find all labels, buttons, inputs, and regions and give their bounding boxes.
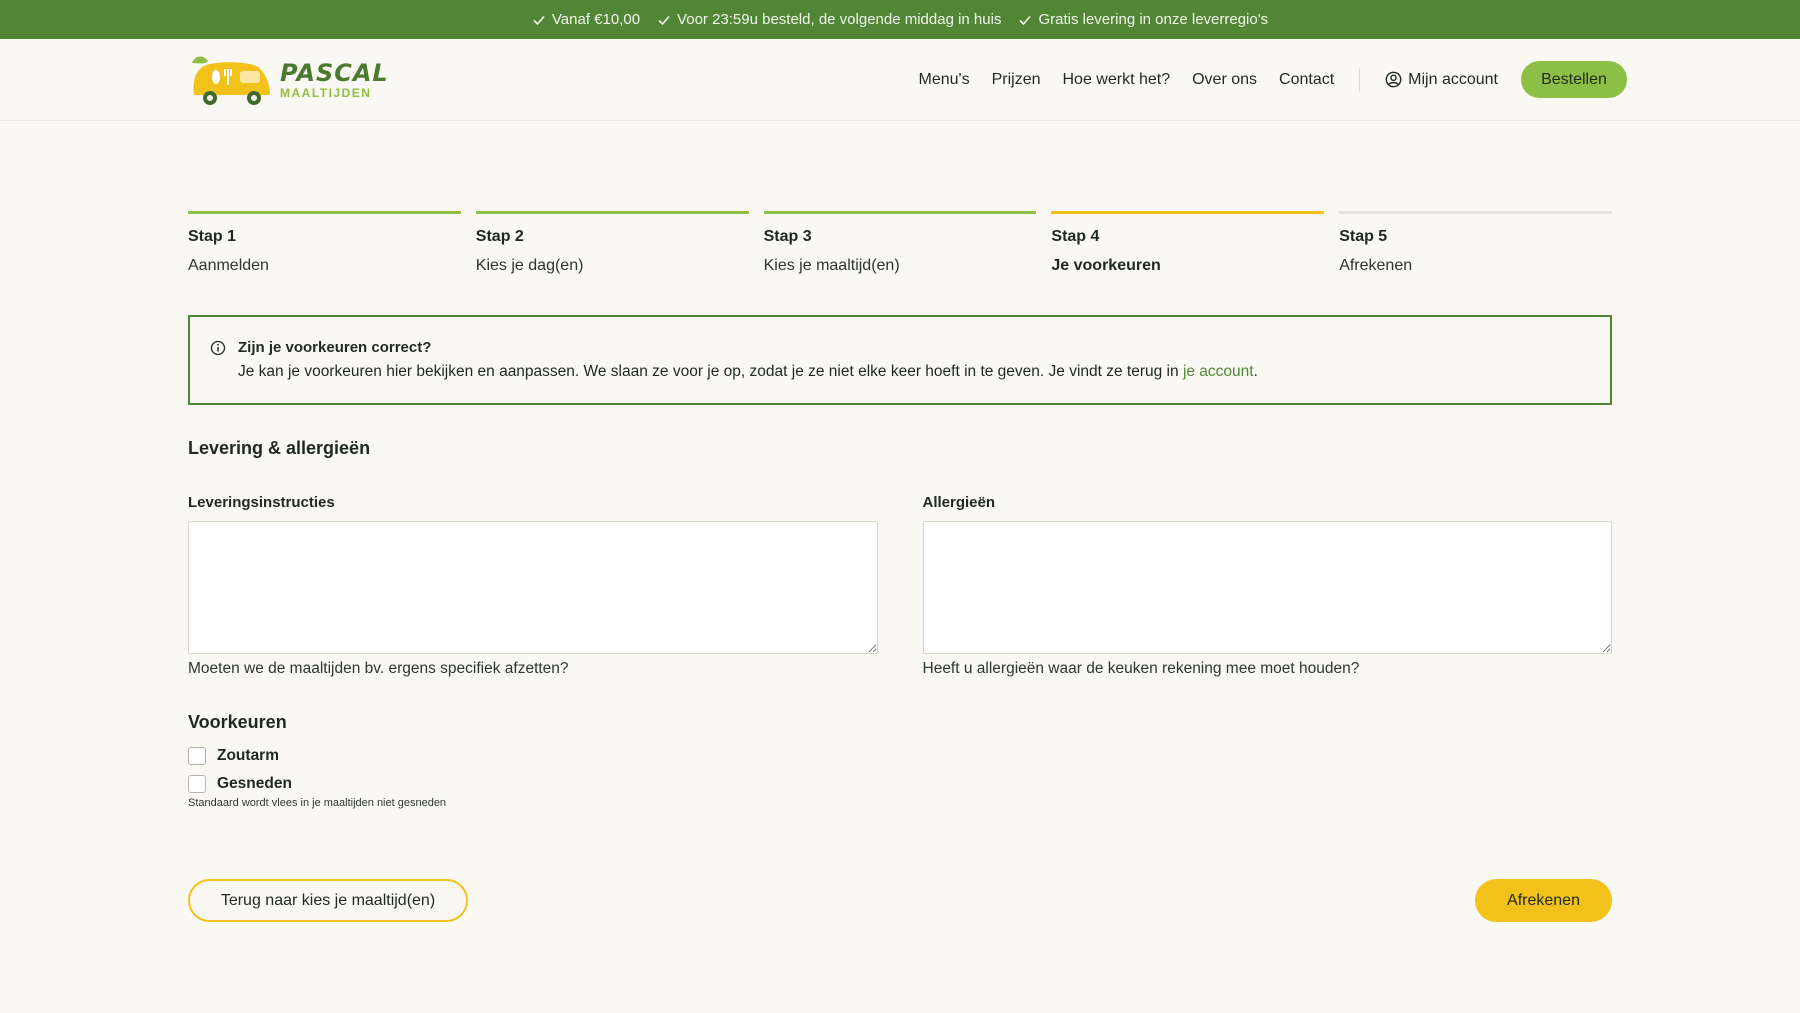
step-number: Stap 2 xyxy=(475,228,524,245)
check-icon xyxy=(658,15,670,25)
usp-item: Voor 23:59u besteld, de volgende middag … xyxy=(657,11,1001,28)
usp-text: Vanaf €10,00 xyxy=(551,11,641,28)
info-body: Je kan je voorkeuren hier bekijken en aa… xyxy=(238,363,1179,380)
back-button[interactable]: Terug naar kies je maaltijd(en) xyxy=(188,879,468,922)
nav-divider xyxy=(1359,67,1361,92)
main-content: Stap 1 Aanmelden Stap 2 Kies je dag(en) … xyxy=(0,211,1800,922)
checkout-steps: Stap 1 Aanmelden Stap 2 Kies je dag(en) … xyxy=(188,211,1612,275)
step-label: Aanmelden xyxy=(188,257,269,274)
step-number: Stap 1 xyxy=(188,228,237,245)
checkbox[interactable] xyxy=(188,747,206,765)
checkbox-label: Gesneden xyxy=(217,775,292,792)
checkbox-label: Zoutarm xyxy=(217,747,279,764)
nav-item-over-ons[interactable]: Over ons xyxy=(1192,71,1257,89)
check-icon xyxy=(1019,15,1032,25)
nav-item-hoe-werkt-het[interactable]: Hoe werkt het? xyxy=(1063,71,1171,89)
step-label: Kies je dag(en) xyxy=(475,257,584,274)
info-icon xyxy=(210,340,226,356)
account-link[interactable]: Mijn account xyxy=(1385,71,1498,89)
usp-text: Voor 23:59u besteld, de volgende middag … xyxy=(677,11,1002,28)
account-link-inline[interactable]: je account xyxy=(1183,363,1254,380)
delivery-heading: Levering & allergieën xyxy=(188,438,371,458)
info-text: Je kan je voorkeuren hier bekijken en aa… xyxy=(238,363,1258,381)
allergies-help: Heeft u allergieën waar de keuken rekeni… xyxy=(922,660,1360,677)
step-number: Stap 5 xyxy=(1339,228,1388,245)
step-label: Je voorkeuren xyxy=(1051,257,1161,274)
allergies-input[interactable] xyxy=(922,521,1612,654)
delivery-instructions-help: Moeten we de maaltijden bv. ergens speci… xyxy=(188,660,569,677)
nav-item-prijzen[interactable]: Prijzen xyxy=(992,71,1041,89)
info-end: . xyxy=(1253,363,1258,380)
usp-item: Vanaf €10,00 xyxy=(532,11,640,28)
usp-item: Gratis levering in onze leverregio's xyxy=(1018,11,1268,28)
checkout-button[interactable]: Afrekenen xyxy=(1475,879,1612,922)
step-1[interactable]: Stap 1 Aanmelden xyxy=(188,211,461,275)
logo-subtitle: MAALTIJDEN xyxy=(280,85,372,100)
user-icon xyxy=(1385,71,1402,88)
checkbox-gesneden[interactable]: Gesneden xyxy=(188,775,1612,793)
step-label: Kies je maaltijd(en) xyxy=(763,257,900,274)
info-alert: Zijn je voorkeuren correct? Je kan je vo… xyxy=(188,315,1612,405)
step-3[interactable]: Stap 3 Kies je maaltijd(en) xyxy=(763,211,1037,275)
nav-item-menus[interactable]: Menu's xyxy=(919,71,970,89)
logo-title: PASCAL xyxy=(280,58,389,87)
site-header: PASCAL MAALTIJDEN Menu's Prijzen Hoe wer… xyxy=(0,39,1800,121)
usp-text: Gratis levering in onze leverregio's xyxy=(1038,11,1269,28)
checkbox[interactable] xyxy=(188,775,206,793)
checkbox-zoutarm[interactable]: Zoutarm xyxy=(188,747,1612,765)
step-number: Stap 4 xyxy=(1051,228,1100,245)
delivery-instructions-label: Leveringsinstructies xyxy=(188,494,335,511)
preferences-heading: Voorkeuren xyxy=(188,712,287,732)
delivery-instructions-input[interactable] xyxy=(188,521,878,654)
nav-item-contact[interactable]: Contact xyxy=(1279,71,1334,89)
logo[interactable]: PASCAL MAALTIJDEN xyxy=(188,51,389,109)
order-button[interactable]: Bestellen xyxy=(1521,61,1627,98)
food-truck-logo-icon xyxy=(192,56,270,105)
check-icon xyxy=(533,15,545,25)
info-title: Zijn je voorkeuren correct? xyxy=(238,339,432,356)
delivery-instructions-field: Leveringsinstructies Moeten we de maalti… xyxy=(188,494,878,678)
allergies-label: Allergieën xyxy=(922,494,996,511)
step-label: Afrekenen xyxy=(1339,257,1413,274)
form-actions: Terug naar kies je maaltijd(en) Afrekene… xyxy=(188,879,1612,922)
account-label: Mijn account xyxy=(1408,70,1498,88)
allergies-field: Allergieën Heeft u allergieën waar de ke… xyxy=(922,494,1612,678)
step-number: Stap 3 xyxy=(763,228,812,245)
step-2[interactable]: Stap 2 Kies je dag(en) xyxy=(475,211,749,275)
delivery-fields: Leveringsinstructies Moeten we de maalti… xyxy=(188,494,1612,678)
main-nav: Menu's Prijzen Hoe werkt het? Over ons C… xyxy=(897,61,1627,98)
step-5: Stap 5 Afrekenen xyxy=(1339,211,1612,275)
gesneden-help: Standaard wordt vlees in je maaltijden n… xyxy=(188,797,447,809)
usp-bar: Vanaf €10,00 Voor 23:59u besteld, de vol… xyxy=(0,0,1800,39)
step-4: Stap 4 Je voorkeuren xyxy=(1051,211,1325,275)
